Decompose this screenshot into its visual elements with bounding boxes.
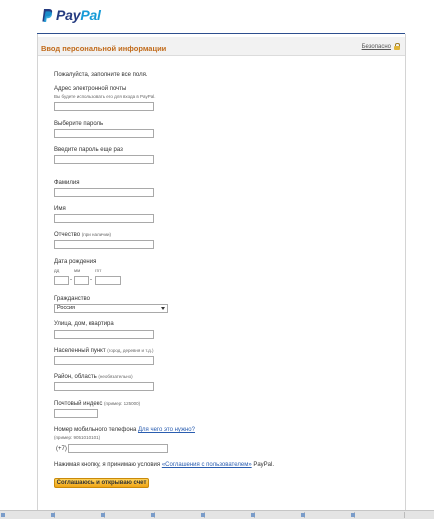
city-hint: (город, деревня и т.д.) — [107, 348, 154, 353]
taskbar-item[interactable] — [50, 512, 105, 518]
citizenship-select[interactable]: Россия — [54, 304, 168, 313]
citizenship-value: Россия — [57, 305, 76, 311]
region-hint: (необязательно) — [98, 374, 133, 379]
window-icon — [151, 513, 155, 517]
window-icon — [101, 513, 105, 517]
mobile-prefix: (+7) — [56, 446, 67, 452]
agreement-text: Нажимая кнопку, я принимаю условия «Согл… — [54, 462, 274, 468]
mobile-why-link[interactable]: Для чего это нужно? — [138, 427, 195, 433]
birth-year-hint: гггг — [95, 268, 102, 273]
password-confirm-label: Введите пароль еще раз — [54, 147, 123, 153]
middle-name-label: Отчество (при наличии) — [54, 232, 111, 238]
taskbar-item[interactable] — [350, 512, 405, 518]
chevron-down-icon — [161, 307, 165, 310]
city-field[interactable] — [54, 356, 154, 365]
form-intro: Пожалуйста, заполните все поля. — [54, 72, 148, 78]
middle-name-hint: (при наличии) — [81, 232, 111, 237]
region-field[interactable] — [54, 382, 154, 391]
taskbar-item[interactable] — [200, 512, 255, 518]
taskbar-item[interactable] — [300, 512, 355, 518]
street-label: Улица, дом, квартира — [54, 321, 114, 327]
taskbar-item[interactable] — [250, 512, 305, 518]
birth-month-hint: мм — [74, 268, 81, 273]
region-label: Район, область (необязательно) — [54, 374, 133, 380]
agreement-link[interactable]: «Соглашения с пользователем» — [162, 462, 252, 468]
date-sep-1: - — [70, 277, 72, 283]
window-icon — [51, 513, 55, 517]
agreement-suffix: PayPal. — [253, 462, 275, 468]
email-hint: Вы будете использовать его для входа в P… — [54, 94, 156, 99]
password-confirm-field[interactable] — [54, 155, 154, 164]
city-label: Населенный пункт (город, деревня и т.д.) — [54, 348, 154, 354]
date-sep-2: - — [90, 277, 92, 283]
postal-label-text: Почтовый индекс — [54, 401, 103, 407]
wordmark-pay: Pay — [56, 7, 81, 23]
secure-link[interactable]: Безопасно — [362, 44, 391, 50]
postal-field[interactable] — [54, 409, 98, 418]
lock-icon — [394, 43, 400, 50]
birth-year-field[interactable] — [95, 276, 121, 285]
window-icon — [201, 513, 205, 517]
mobile-label: Номер мобильного телефона Для чего это н… — [54, 427, 195, 433]
first-name-label: Имя — [54, 206, 66, 212]
taskbar-item[interactable] — [100, 512, 155, 518]
city-label-text: Населенный пункт — [54, 348, 106, 354]
last-name-field[interactable] — [54, 188, 154, 197]
agreement-prefix: Нажимая кнопку, я принимаю условия — [54, 462, 161, 468]
taskbar-item[interactable] — [150, 512, 205, 518]
mobile-field[interactable] — [68, 444, 168, 453]
paypal-p-icon — [42, 8, 53, 22]
window-icon — [301, 513, 305, 517]
window-icon — [351, 513, 355, 517]
birth-date-label: Дата рождения — [54, 259, 97, 265]
window-icon — [1, 513, 5, 517]
submit-button[interactable]: Соглашаюсь и открываю счет — [54, 478, 149, 488]
postal-hint: (пример: 125000) — [104, 401, 141, 406]
mobile-example: (пример: 9051010101) — [54, 435, 101, 440]
taskbar-item[interactable] — [0, 512, 55, 518]
postal-label: Почтовый индекс (пример: 125000) — [54, 401, 140, 407]
email-label: Адрес электронной почты — [54, 86, 127, 92]
first-name-field[interactable] — [54, 214, 154, 223]
page-title: Ввод персональной информации — [41, 44, 167, 53]
paypal-logo: PayPal — [42, 7, 101, 23]
middle-name-label-text: Отчество — [54, 232, 81, 238]
email-field[interactable] — [54, 102, 154, 111]
birth-day-field[interactable] — [54, 276, 69, 285]
citizenship-label: Гражданство — [54, 296, 90, 302]
region-label-text: Район, область — [54, 374, 97, 380]
wordmark-pal: Pal — [80, 7, 101, 23]
birth-day-hint: дд — [54, 268, 60, 273]
window-icon — [251, 513, 255, 517]
last-name-label: Фамилия — [54, 180, 80, 186]
password-field[interactable] — [54, 129, 154, 138]
panel-header: Ввод персональной информации Безопасно — [38, 37, 405, 56]
middle-name-field[interactable] — [54, 240, 154, 249]
birth-month-field[interactable] — [74, 276, 89, 285]
mobile-label-text: Номер мобильного телефона — [54, 427, 137, 433]
paypal-wordmark: PayPal — [56, 7, 101, 23]
street-field[interactable] — [54, 330, 154, 339]
secure-indicator[interactable]: Безопасно — [362, 43, 400, 50]
password-label: Выберите пароль — [54, 121, 104, 127]
